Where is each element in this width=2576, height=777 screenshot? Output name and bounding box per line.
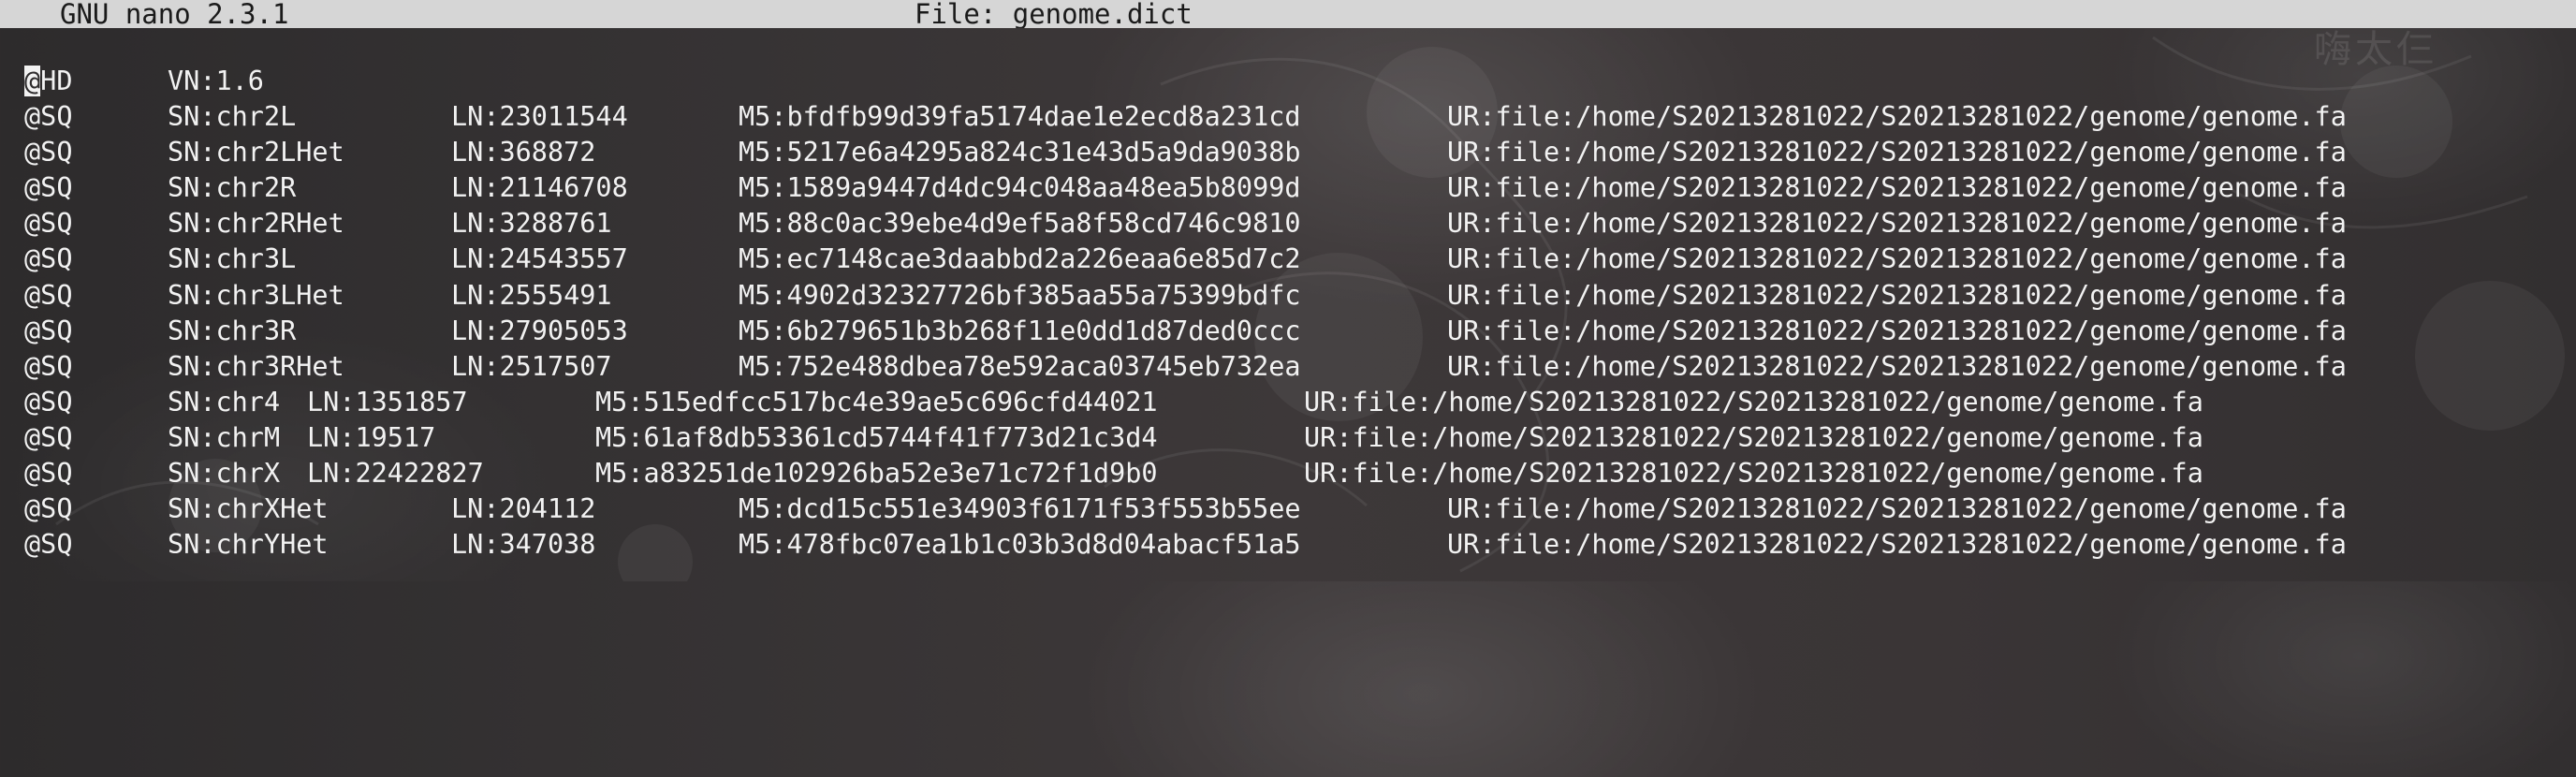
uri-field: UR:file:/home/S20213281022/S20213281022/… bbox=[1447, 243, 2347, 275]
uri-field: UR:file:/home/S20213281022/S20213281022/… bbox=[1447, 529, 2347, 561]
sequence-line[interactable]: @SQ SN:chr3L LN:24543557 M5:ec7148cae3da… bbox=[24, 242, 2552, 277]
sequence-length: LN:3288761 bbox=[451, 208, 612, 240]
sq-tag: @SQ bbox=[24, 315, 73, 346]
sq-tag: @SQ bbox=[24, 350, 73, 382]
header-line[interactable]: @HD VN:1.6 bbox=[24, 64, 2552, 99]
version-field: VN:1.6 bbox=[168, 66, 264, 96]
sequence-name: SN:chr3R bbox=[168, 315, 297, 346]
md5-checksum: M5:88c0ac39ebe4d9ef5a8f58cd746c9810 bbox=[739, 208, 1301, 240]
sequence-line[interactable]: @SQ SN:chr4 LN:1351857 M5:515edfcc517bc4… bbox=[24, 385, 2552, 420]
uri-field: UR:file:/home/S20213281022/S20213281022/… bbox=[1304, 386, 2203, 418]
md5-checksum: M5:4902d32327726bf385aa55a75399bdfc bbox=[739, 279, 1301, 311]
sequence-name: SN:chr2R bbox=[168, 172, 297, 204]
md5-checksum: M5:6b279651b3b268f11e0dd1d87ded0ccc bbox=[739, 315, 1301, 346]
sequence-length: LN:347038 bbox=[451, 529, 596, 561]
md5-checksum: M5:dcd15c551e34903f6171f53f553b55ee bbox=[739, 493, 1301, 525]
md5-checksum: M5:752e488dbea78e592aca03745eb732ea bbox=[739, 350, 1301, 382]
md5-checksum: M5:5217e6a4295a824c31e43d5a9da9038b bbox=[739, 137, 1301, 169]
sequence-name: SN:chr4 bbox=[168, 386, 281, 418]
sequence-length: LN:204112 bbox=[451, 493, 596, 525]
md5-checksum: M5:61af8db53361cd5744f41f773d21c3d4 bbox=[595, 421, 1158, 453]
md5-checksum: M5:bfdfb99d39fa5174dae1e2ecd8a231cd bbox=[739, 101, 1301, 133]
sq-tag: @SQ bbox=[24, 243, 73, 275]
md5-checksum: M5:a83251de102926ba52e3e71c72f1d9b0 bbox=[595, 458, 1158, 490]
sequence-name: SN:chrXHet bbox=[168, 493, 329, 525]
uri-field: UR:file:/home/S20213281022/S20213281022/… bbox=[1304, 458, 2203, 490]
editor-text-area[interactable]: @HD VN:1.6 @SQ SN:chr2L LN:23011544 M5:b… bbox=[24, 64, 2552, 563]
sequence-line[interactable]: @SQ SN:chr2RHet LN:3288761 M5:88c0ac39eb… bbox=[24, 206, 2552, 242]
sequence-length: LN:21146708 bbox=[451, 172, 628, 204]
sequence-length: LN:23011544 bbox=[451, 101, 628, 133]
sequence-line[interactable]: @SQ SN:chr3LHet LN:2555491 M5:4902d32327… bbox=[24, 278, 2552, 314]
sequence-name: SN:chr2LHet bbox=[168, 137, 344, 169]
md5-checksum: M5:1589a9447d4dc94c048aa48ea5b8099d bbox=[739, 172, 1301, 204]
uri-field: UR:file:/home/S20213281022/S20213281022/… bbox=[1447, 279, 2347, 311]
sequence-length: LN:27905053 bbox=[451, 315, 628, 346]
sq-tag: @SQ bbox=[24, 421, 73, 453]
sequence-line[interactable]: @SQ SN:chr3RHet LN:2517507 M5:752e488dbe… bbox=[24, 349, 2552, 385]
editor-version: GNU nano 2.3.1 bbox=[60, 0, 289, 28]
sequence-name: SN:chrX bbox=[168, 458, 281, 490]
sequence-length: LN:1351857 bbox=[307, 386, 468, 418]
sequence-length: LN:24543557 bbox=[451, 243, 628, 275]
sq-tag: @SQ bbox=[24, 279, 73, 311]
sequence-length: LN:2517507 bbox=[451, 350, 612, 382]
uri-field: UR:file:/home/S20213281022/S20213281022/… bbox=[1447, 137, 2347, 169]
sq-tag: @SQ bbox=[24, 137, 73, 169]
sq-tag: @SQ bbox=[24, 208, 73, 240]
uri-field: UR:file:/home/S20213281022/S20213281022/… bbox=[1304, 421, 2203, 453]
sequence-line[interactable]: @SQ SN:chr2LHet LN:368872 M5:5217e6a4295… bbox=[24, 135, 2552, 170]
hd-tag-rest: HD bbox=[40, 66, 73, 96]
sequence-line[interactable]: @SQ SN:chrXHet LN:204112 M5:dcd15c551e34… bbox=[24, 491, 2552, 527]
sequence-name: SN:chr3L bbox=[168, 243, 297, 275]
sequence-length: LN:2555491 bbox=[451, 279, 612, 311]
sq-tag: @SQ bbox=[24, 101, 73, 133]
uri-field: UR:file:/home/S20213281022/S20213281022/… bbox=[1447, 350, 2347, 382]
sequence-line[interactable]: @SQ SN:chr3R LN:27905053 M5:6b279651b3b2… bbox=[24, 314, 2552, 349]
sequence-length: LN:22422827 bbox=[307, 458, 484, 490]
text-cursor: @ bbox=[24, 66, 41, 96]
sequence-line[interactable]: @SQ SN:chrM LN:19517 M5:61af8db53361cd57… bbox=[24, 420, 2552, 456]
md5-checksum: M5:515edfcc517bc4e39ae5c696cfd44021 bbox=[595, 386, 1158, 418]
sequence-name: SN:chrM bbox=[168, 421, 281, 453]
nano-title-bar: GNU nano 2.3.1 File: genome.dict bbox=[0, 0, 2576, 28]
uri-field: UR:file:/home/S20213281022/S20213281022/… bbox=[1447, 493, 2347, 525]
file-name: File: genome.dict bbox=[915, 0, 1193, 28]
uri-field: UR:file:/home/S20213281022/S20213281022/… bbox=[1447, 101, 2347, 133]
sequence-name: SN:chr2L bbox=[168, 101, 297, 133]
md5-checksum: M5:478fbc07ea1b1c03b3d8d04abacf51a5 bbox=[739, 529, 1301, 561]
sequence-name: SN:chr3LHet bbox=[168, 279, 344, 311]
uri-field: UR:file:/home/S20213281022/S20213281022/… bbox=[1447, 208, 2347, 240]
md5-checksum: M5:ec7148cae3daabbd2a226eaa6e85d7c2 bbox=[739, 243, 1301, 275]
sq-tag: @SQ bbox=[24, 529, 73, 561]
cursor-and-tag: @HD bbox=[24, 64, 73, 99]
sequence-name: SN:chr2RHet bbox=[168, 208, 344, 240]
sq-tag: @SQ bbox=[24, 172, 73, 204]
sequence-name: SN:chr3RHet bbox=[168, 350, 344, 382]
sq-tag: @SQ bbox=[24, 493, 73, 525]
sequence-name: SN:chrYHet bbox=[168, 529, 329, 561]
sequence-length: LN:368872 bbox=[451, 137, 596, 169]
sequence-line[interactable]: @SQ SN:chr2R LN:21146708 M5:1589a9447d4d… bbox=[24, 170, 2552, 206]
sequence-line[interactable]: @SQ SN:chrYHet LN:347038 M5:478fbc07ea1b… bbox=[24, 527, 2552, 563]
sq-tag: @SQ bbox=[24, 458, 73, 490]
uri-field: UR:file:/home/S20213281022/S20213281022/… bbox=[1447, 315, 2347, 346]
uri-field: UR:file:/home/S20213281022/S20213281022/… bbox=[1447, 172, 2347, 204]
sq-tag: @SQ bbox=[24, 386, 73, 418]
sequence-line[interactable]: @SQ SN:chrX LN:22422827 M5:a83251de10292… bbox=[24, 456, 2552, 491]
sequence-length: LN:19517 bbox=[307, 421, 436, 453]
sequence-line[interactable]: @SQ SN:chr2L LN:23011544 M5:bfdfb99d39fa… bbox=[24, 99, 2552, 135]
